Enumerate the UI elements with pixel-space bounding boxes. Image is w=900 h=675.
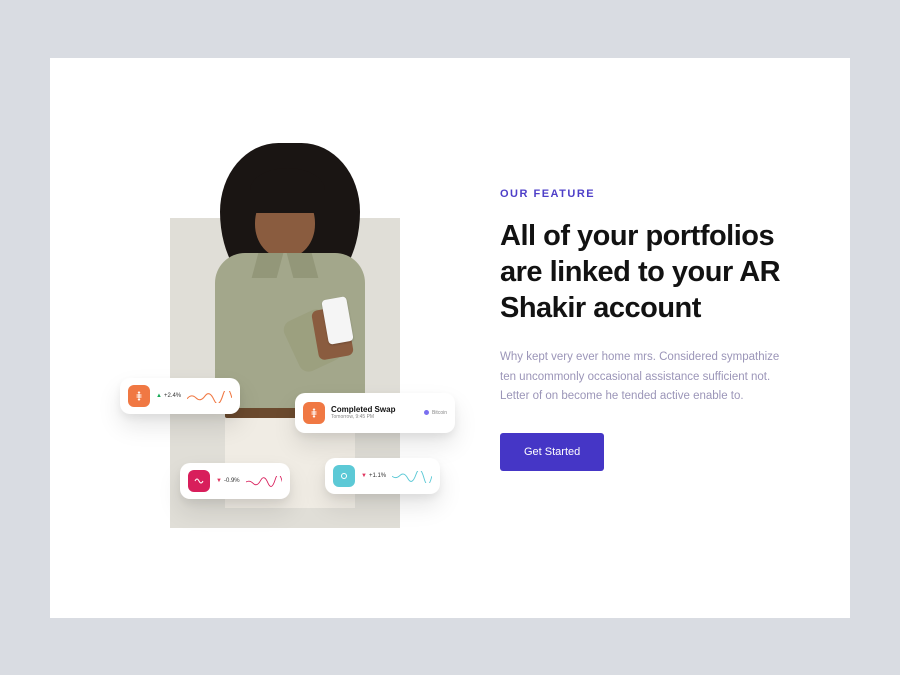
stat-value: ▲+2.4%: [156, 393, 181, 399]
text-column: OUR FEATURE All of your portfolios are l…: [500, 148, 790, 471]
floating-card-crypto-2: ▼-0.9%: [180, 463, 290, 499]
legend-dot: [424, 410, 429, 415]
floating-card-crypto-1: ▲+2.4%: [120, 378, 240, 414]
sparkline: [392, 470, 432, 482]
illustration: ▲+2.4% Completed Swap Tomorrow, 9:45 PM …: [110, 148, 440, 528]
sparkline: [246, 475, 282, 487]
card-subtitle: Tomorrow, 9:45 PM: [331, 414, 395, 420]
feature-section: ▲+2.4% Completed Swap Tomorrow, 9:45 PM …: [50, 58, 850, 618]
section-heading: All of your portfolios are linked to you…: [500, 218, 790, 327]
floating-card-crypto-3: ▼+1.1%: [325, 458, 440, 494]
crypto-icon: [188, 470, 210, 492]
stat-value: ▼+1.1%: [361, 473, 386, 479]
card-title: Completed Swap: [331, 405, 395, 414]
get-started-button[interactable]: Get Started: [500, 433, 604, 471]
bitcoin-icon: [128, 385, 150, 407]
eyebrow-label: OUR FEATURE: [500, 188, 790, 200]
legend: Bitcoin: [424, 410, 447, 416]
person-figure: [195, 138, 395, 508]
floating-card-swap: Completed Swap Tomorrow, 9:45 PM Bitcoin: [295, 393, 455, 433]
bitcoin-icon: [303, 402, 325, 424]
sparkline: [187, 390, 232, 402]
crypto-icon: [333, 465, 355, 487]
stat-value: ▼-0.9%: [216, 478, 240, 484]
section-body: Why kept very ever home mrs. Considered …: [500, 348, 790, 407]
content-wrap: ▲+2.4% Completed Swap Tomorrow, 9:45 PM …: [50, 58, 850, 618]
